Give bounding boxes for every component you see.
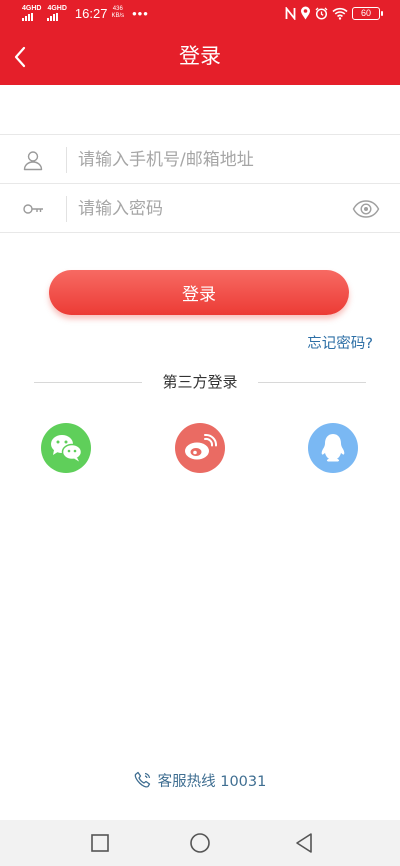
qq-login-button[interactable] [308, 423, 358, 473]
wifi-icon [332, 7, 348, 20]
third-party-divider: 第三方登录 [34, 372, 366, 392]
account-separator [66, 147, 67, 173]
login-button[interactable]: 登录 [49, 270, 349, 315]
qq-icon [321, 434, 345, 462]
divider-line-right [258, 382, 366, 383]
more-notifications-icon: ••• [132, 5, 149, 21]
recent-apps-icon[interactable] [88, 831, 112, 855]
network-speed: 436 KB/s [111, 6, 124, 20]
login-form [0, 134, 400, 233]
hotline-text: 客服热线 10031 [157, 773, 267, 790]
status-bar: 4GHD 4GHD 16:27 436 KB/s ••• 60 [0, 0, 400, 28]
battery-icon: 60 [352, 6, 383, 20]
weibo-login-button[interactable] [175, 423, 225, 473]
alarm-icon [315, 7, 328, 20]
signal-2: 4GHD [47, 5, 67, 21]
password-separator [66, 196, 67, 222]
header: 登录 [0, 28, 400, 85]
home-icon[interactable] [188, 831, 212, 855]
wechat-login-button[interactable] [41, 423, 91, 473]
chevron-left-icon [14, 46, 26, 67]
back-icon[interactable] [292, 831, 316, 855]
account-row [0, 135, 400, 184]
network-speed-unit: KB/s [111, 13, 125, 19]
nfc-icon [285, 6, 296, 20]
password-input[interactable] [78, 194, 338, 224]
forgot-password-link[interactable]: 忘记密码? [307, 332, 373, 353]
signal-bars-1-icon [22, 13, 41, 21]
location-icon [301, 6, 310, 20]
signal-bars-2-icon [47, 13, 66, 21]
password-row [0, 184, 400, 233]
network-type-2: 4GHD [47, 5, 67, 12]
back-button[interactable] [0, 28, 40, 85]
network-type-1: 4GHD [22, 5, 42, 12]
key-icon [23, 204, 43, 214]
phone-icon [134, 771, 150, 788]
user-icon [23, 151, 43, 171]
clock: 16:27 [74, 5, 108, 21]
account-input[interactable] [78, 145, 338, 175]
weibo-icon [185, 433, 217, 460]
eye-icon[interactable] [352, 198, 380, 220]
system-navigation-bar [0, 820, 400, 866]
network-speed-value: 436 [112, 6, 123, 12]
customer-service-hotline[interactable]: 客服热线 10031 [0, 768, 400, 792]
signal-1: 4GHD [22, 5, 41, 21]
page-title: 登录 [179, 44, 221, 68]
wechat-icon [51, 435, 83, 462]
